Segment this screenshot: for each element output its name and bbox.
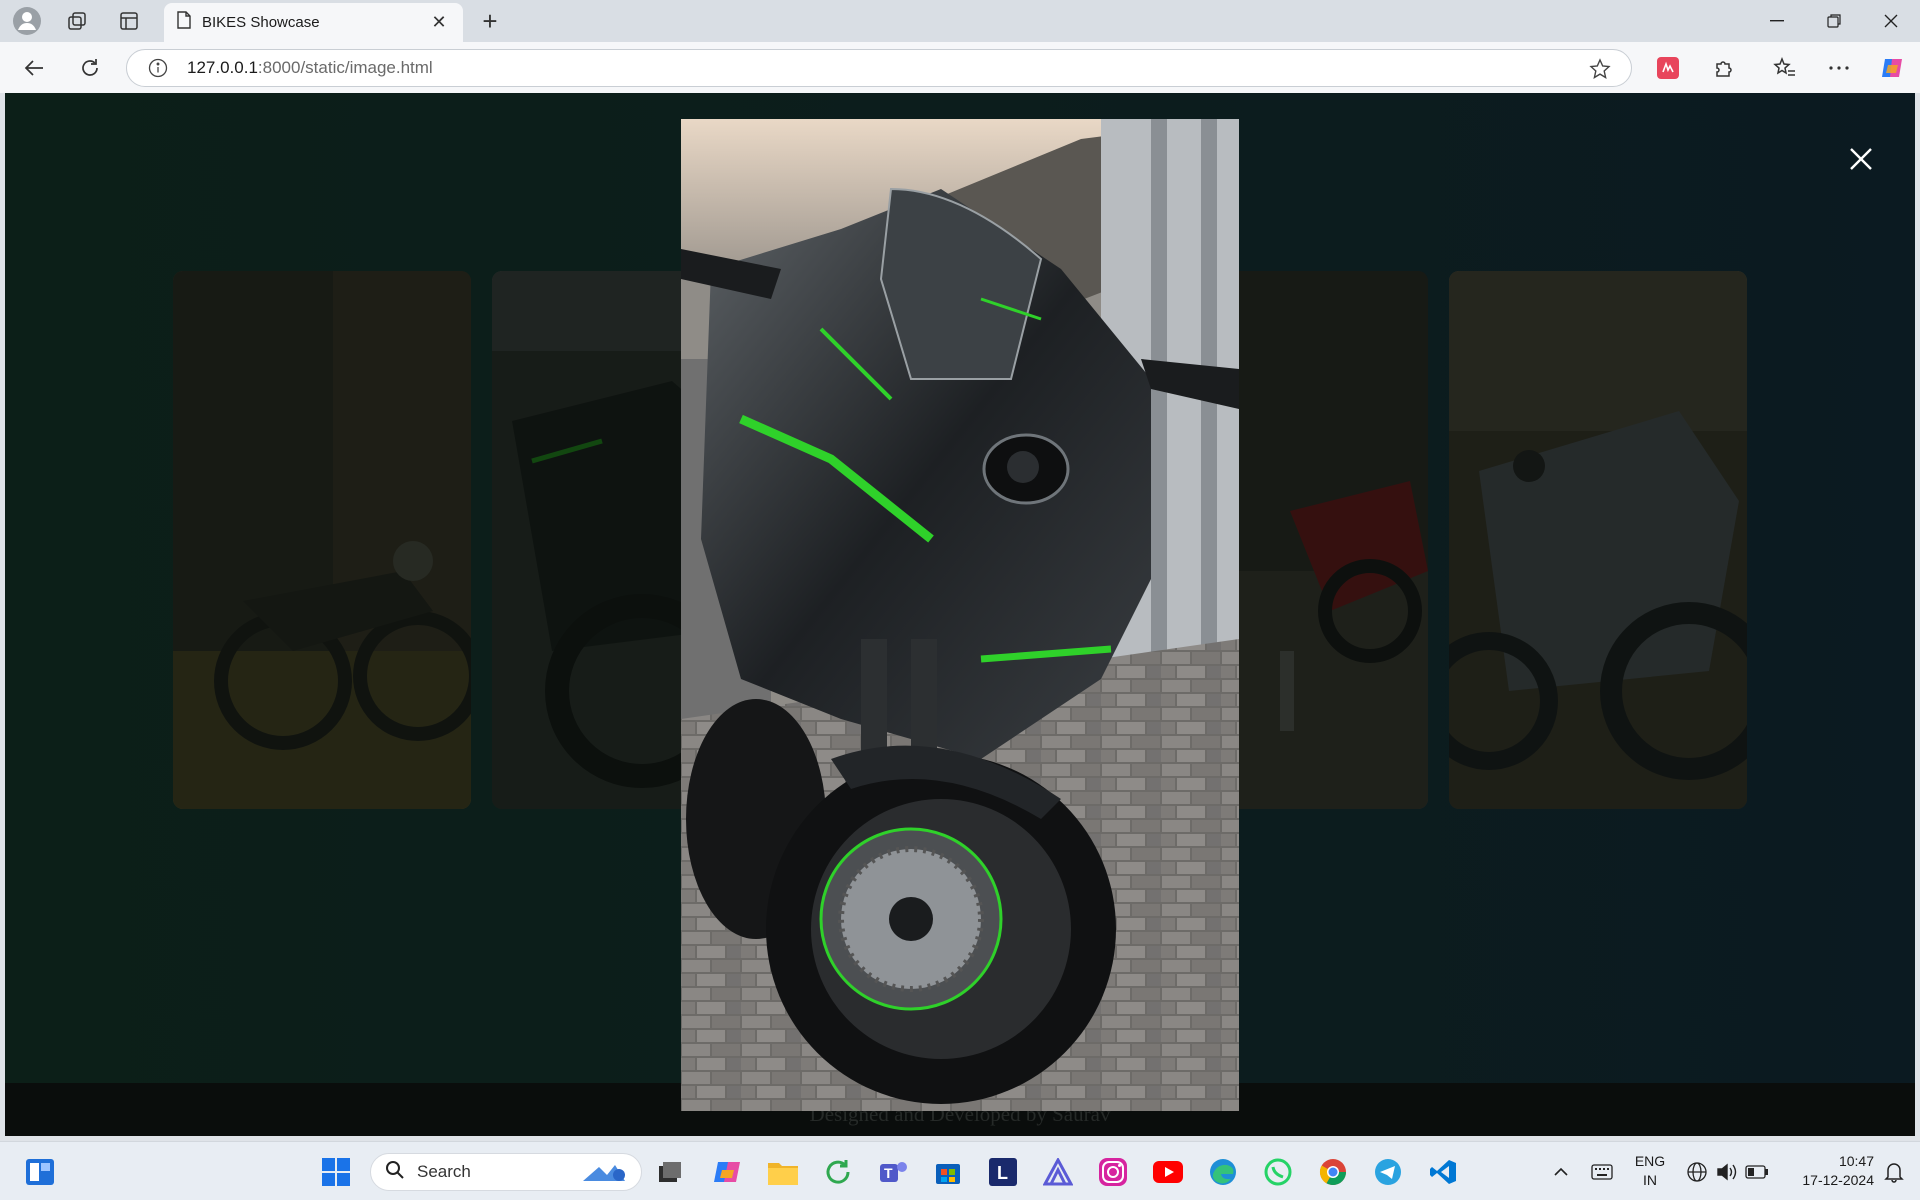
- close-window-button[interactable]: [1862, 0, 1919, 42]
- extension-icon[interactable]: [1651, 51, 1685, 85]
- start-icon[interactable]: [316, 1152, 356, 1192]
- search-icon: [385, 1160, 405, 1185]
- page-viewport: Designed and Developed by Saurav: [5, 93, 1915, 1136]
- site-info-icon[interactable]: [147, 57, 169, 79]
- l-app-icon[interactable]: L: [983, 1152, 1023, 1192]
- whatsapp-icon[interactable]: [1258, 1152, 1298, 1192]
- instagram-icon[interactable]: [1093, 1152, 1133, 1192]
- vector-app-icon[interactable]: [1038, 1152, 1078, 1192]
- svg-text:L: L: [997, 1163, 1008, 1183]
- classic-bike-card[interactable]: [173, 271, 471, 809]
- chrome-icon[interactable]: [1313, 1152, 1353, 1192]
- tab-title: BIKES Showcase: [202, 14, 320, 31]
- tab-close-icon[interactable]: ✕: [427, 11, 451, 35]
- youtube-icon[interactable]: [1148, 1152, 1188, 1192]
- notifications-icon[interactable]: [1874, 1152, 1914, 1192]
- new-tab-button[interactable]: +: [472, 6, 508, 36]
- clock[interactable]: 10:47 17-12-2024: [1782, 1152, 1874, 1190]
- search-label: Search: [417, 1162, 471, 1181]
- close-modal-icon[interactable]: [1843, 141, 1879, 177]
- page-icon: [176, 11, 192, 34]
- refresh-app-icon[interactable]: [818, 1152, 858, 1192]
- clock-time: 10:47: [1838, 1153, 1874, 1169]
- more-menu-icon[interactable]: [1822, 51, 1856, 85]
- modal-bike-image: [681, 119, 1239, 1111]
- restore-button[interactable]: [1805, 0, 1862, 42]
- grey-superbike-card[interactable]: [1449, 271, 1747, 809]
- minimize-button[interactable]: [1748, 0, 1805, 42]
- copilot-taskbar-icon[interactable]: [708, 1152, 748, 1192]
- tray-chevron-icon[interactable]: [1541, 1152, 1581, 1192]
- browser-toolbar: 127.0.0.1:8000/static/image.html: [0, 42, 1920, 93]
- back-button[interactable]: [16, 50, 52, 86]
- battery-icon[interactable]: [1737, 1152, 1777, 1192]
- taskbar-search[interactable]: Search: [370, 1153, 642, 1191]
- widgets-icon[interactable]: [20, 1152, 60, 1192]
- search-highlight-icon: [579, 1161, 629, 1190]
- profile-icon[interactable]: [8, 6, 46, 36]
- taskbar: Search T L ENG IN 10:47 17-12-2024: [0, 1141, 1920, 1200]
- extensions-puzzle-icon[interactable]: [1707, 51, 1741, 85]
- vertical-tabs-icon[interactable]: [110, 6, 148, 36]
- task-view-icon[interactable]: [650, 1152, 690, 1192]
- workspaces-icon[interactable]: [58, 6, 96, 36]
- file-explorer-icon[interactable]: [763, 1152, 803, 1192]
- telegram-icon[interactable]: [1368, 1152, 1408, 1192]
- svg-text:T: T: [884, 1165, 893, 1181]
- favorite-star-icon[interactable]: [1589, 58, 1611, 80]
- refresh-button[interactable]: [72, 50, 108, 86]
- input-language[interactable]: ENG IN: [1628, 1152, 1672, 1190]
- url-text: 127.0.0.1:8000/static/image.html: [187, 58, 433, 77]
- teams-icon[interactable]: T: [873, 1152, 913, 1192]
- tab-strip: BIKES Showcase ✕ +: [0, 0, 1920, 42]
- clock-date: 17-12-2024: [1802, 1172, 1874, 1188]
- keyboard-icon[interactable]: [1582, 1152, 1622, 1192]
- address-bar[interactable]: 127.0.0.1:8000/static/image.html: [126, 49, 1632, 87]
- store-icon[interactable]: [928, 1152, 968, 1192]
- active-tab[interactable]: BIKES Showcase ✕: [164, 3, 463, 42]
- favorites-icon[interactable]: [1768, 51, 1802, 85]
- edge-icon[interactable]: [1203, 1152, 1243, 1192]
- vscode-icon[interactable]: [1423, 1152, 1463, 1192]
- copilot-icon[interactable]: [1876, 51, 1910, 85]
